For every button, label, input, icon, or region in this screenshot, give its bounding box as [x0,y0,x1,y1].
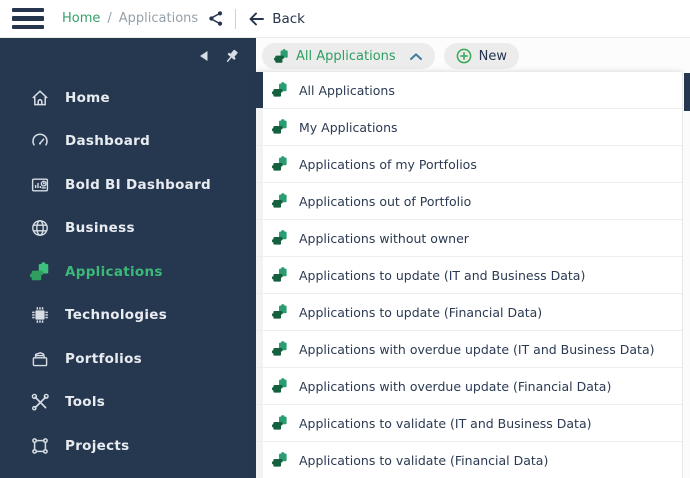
toolbar: All Applications New [256,38,690,69]
row-accent [256,146,263,182]
sidebar-item-label: Tools [65,394,106,411]
top-bar: Home / Applications Back [0,0,690,38]
dropdown-item-my-applications[interactable]: My Applications [256,109,682,146]
dropdown-item-label: Applications with overdue update (Financ… [299,378,612,394]
projects-icon [29,435,50,456]
scrollbar-thumb[interactable] [684,73,690,111]
collapse-sidebar-icon[interactable] [198,49,209,63]
bi-chart-icon [29,174,50,195]
puzzle-icon [29,261,50,282]
tools-icon [29,392,50,413]
dropdown-item-applications-to-update-financial[interactable]: Applications to update (Financial Data) [256,294,682,331]
row-accent [256,331,263,367]
dropdown-item-applications-to-update-it-business[interactable]: Applications to update (IT and Business … [256,257,682,294]
puzzle-icon [272,341,288,357]
globe-icon [29,218,50,239]
sidebar-nav: Home Dashboard Bold BI Dashboard Busines… [0,76,256,468]
dropdown-item-label: Applications to update (IT and Business … [299,267,586,283]
selected-indicator [256,72,263,108]
dropdown-item-label: My Applications [299,119,398,135]
dropdown-item-applications-overdue-financial[interactable]: Applications with overdue update (Financ… [256,368,682,405]
dropdown-item-applications-to-validate-it-business[interactable]: Applications to validate (IT and Busines… [256,405,682,442]
share-icon[interactable] [208,10,224,27]
sidebar-item-applications[interactable]: Applications [0,250,256,294]
dropdown-item-label: Applications to validate (IT and Busines… [299,415,592,431]
dropdown-item-applications-out-of-portfolio[interactable]: Applications out of Portfolio [256,183,682,220]
portfolio-icon [29,348,50,369]
row-accent [256,368,263,404]
row-accent [256,442,263,478]
puzzle-icon [272,82,288,98]
dropdown-item-label: Applications without owner [299,230,469,246]
row-accent [256,257,263,293]
sidebar: Home Dashboard Bold BI Dashboard Busines… [0,38,256,478]
dropdown-item-applications-to-validate-financial[interactable]: Applications to validate (Financial Data… [256,442,682,478]
home-icon [29,87,50,108]
pin-icon[interactable] [222,47,241,66]
sidebar-item-label: Home [65,89,110,106]
gauge-icon [29,131,50,152]
chip-icon [29,305,50,326]
puzzle-icon [272,378,288,394]
view-dropdown-panel: All Applications My Applications Applica… [256,72,682,478]
view-selector-button[interactable]: All Applications [262,43,435,69]
dropdown-item-label: Applications with overdue update (IT and… [299,341,655,357]
topbar-divider [235,8,237,29]
puzzle-icon [272,156,288,172]
puzzle-icon [274,48,288,63]
dropdown-item-label: Applications out of Portfolio [299,193,472,209]
back-button[interactable]: Back [247,11,305,27]
row-accent [256,220,263,256]
dropdown-item-applications-overdue-it-business[interactable]: Applications with overdue update (IT and… [256,331,682,368]
sidebar-item-home[interactable]: Home [0,76,256,120]
view-selector-label: All Applications [296,48,396,64]
sidebar-item-technologies[interactable]: Technologies [0,294,256,338]
sidebar-item-label: Technologies [65,307,168,324]
new-button[interactable]: New [443,43,520,69]
sidebar-item-label: Dashboard [65,133,151,150]
breadcrumb-home-link[interactable]: Home [62,11,100,26]
sidebar-item-label: Projects [65,437,130,454]
row-accent [256,294,263,330]
sidebar-item-tools[interactable]: Tools [0,381,256,425]
dropdown-item-label: Applications to validate (Financial Data… [299,452,549,468]
dropdown-item-applications-of-my-portfolios[interactable]: Applications of my Portfolios [256,146,682,183]
puzzle-icon [272,230,288,246]
sidebar-item-label: Applications [65,263,163,280]
breadcrumb-separator: / [107,11,112,26]
puzzle-icon [272,119,288,135]
puzzle-icon [272,415,288,431]
dropdown-item-all-applications[interactable]: All Applications [256,72,682,109]
puzzle-icon [272,452,288,468]
sidebar-item-bold-bi-dashboard[interactable]: Bold BI Dashboard [0,163,256,207]
back-arrow-icon [249,12,265,25]
sidebar-item-label: Bold BI Dashboard [65,176,211,193]
puzzle-icon [272,304,288,320]
chevron-up-icon [409,52,422,60]
sidebar-item-portfolios[interactable]: Portfolios [0,337,256,381]
dropdown-item-label: All Applications [299,82,395,98]
row-accent [256,183,263,219]
dropdown-item-applications-without-owner[interactable]: Applications without owner [256,220,682,257]
vertical-scrollbar[interactable] [682,72,690,478]
puzzle-icon [272,193,288,209]
sidebar-item-projects[interactable]: Projects [0,424,256,468]
sidebar-item-label: Portfolios [65,350,142,367]
breadcrumb-current: Applications [118,11,199,26]
hamburger-menu-icon[interactable] [12,7,44,30]
circle-plus-icon [456,48,472,64]
sidebar-controls [0,38,256,68]
back-button-label: Back [272,10,305,27]
main-content: All Applications New All Applications My… [256,38,690,478]
row-accent [256,109,263,145]
puzzle-icon [272,267,288,283]
row-accent [256,405,263,441]
dropdown-item-label: Applications of my Portfolios [299,156,477,172]
sidebar-item-dashboard[interactable]: Dashboard [0,120,256,164]
dropdown-item-label: Applications to update (Financial Data) [299,304,543,320]
sidebar-item-business[interactable]: Business [0,207,256,251]
new-button-label: New [478,48,508,64]
sidebar-item-label: Business [65,220,135,237]
breadcrumb: Home / Applications [62,11,198,26]
